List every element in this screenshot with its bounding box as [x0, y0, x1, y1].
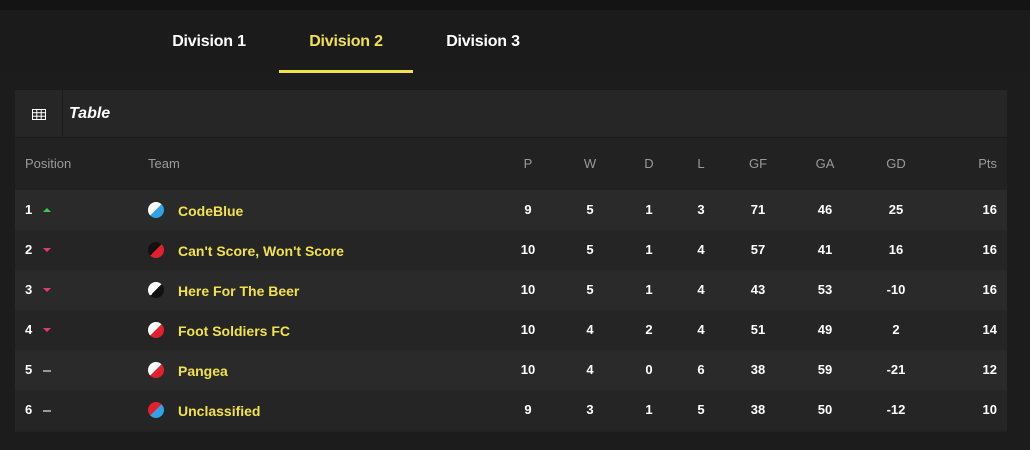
drawn-value: 1 [645, 202, 653, 217]
team-name-link[interactable]: Pangea [178, 350, 228, 390]
goals-for-value: 57 [750, 242, 766, 257]
team-name-link[interactable]: CodeBlue [178, 190, 243, 230]
played-value: 10 [520, 362, 536, 377]
played-value: 10 [520, 242, 536, 257]
col-played[interactable]: P [508, 138, 548, 190]
position-value: 4 [25, 322, 33, 337]
team-name-link[interactable]: Unclassified [178, 390, 260, 430]
played-value: 9 [524, 402, 532, 417]
table-header-row: Position Team P W D L GF GA GD Pts [15, 138, 1007, 190]
goal-difference-value: -10 [886, 282, 906, 297]
points-value: 10 [982, 402, 997, 417]
table-row[interactable]: 2 Can't Score, Won't Score 10 5 1 4 57 41 16 16 [15, 230, 1007, 270]
goals-for-value: 38 [750, 402, 766, 417]
lost-value: 6 [697, 362, 705, 377]
drawn-value: 1 [645, 242, 653, 257]
played-value: 10 [520, 282, 536, 297]
table-row[interactable]: 5 Pangea 10 4 0 6 38 59 -21 12 [15, 350, 1007, 390]
table-row[interactable]: 1 CodeBlue 9 5 1 3 71 46 25 16 [15, 190, 1007, 230]
panel-header: Table [15, 90, 1007, 138]
goals-against-value: 50 [817, 402, 833, 417]
table-row[interactable]: 4 Foot Soldiers FC 10 4 2 4 51 49 2 14 [15, 310, 1007, 350]
panel-title: Table [69, 105, 111, 122]
points-value: 16 [982, 282, 997, 297]
goals-against-value: 59 [817, 362, 833, 377]
trend-down-icon [43, 248, 51, 252]
drawn-value: 1 [645, 282, 653, 297]
goals-against-value: 46 [817, 202, 833, 217]
col-points[interactable]: Pts [957, 138, 997, 190]
points-value: 12 [982, 362, 997, 377]
won-value: 3 [586, 402, 594, 417]
tab-division-3[interactable]: Division 3 [416, 10, 550, 73]
trend-up-icon [43, 208, 51, 212]
goals-for-value: 43 [750, 282, 766, 297]
goal-difference-value: -21 [886, 362, 906, 377]
won-value: 4 [586, 362, 594, 377]
points-value: 14 [982, 322, 997, 337]
team-badge-icon [148, 202, 164, 218]
team-name-link[interactable]: Foot Soldiers FC [178, 310, 290, 350]
col-drawn[interactable]: D [629, 138, 669, 190]
lost-value: 4 [697, 322, 705, 337]
goals-for-value: 71 [750, 202, 766, 217]
goals-for-value: 38 [750, 362, 766, 377]
team-badge-icon [148, 282, 164, 298]
trend-same-icon [43, 370, 51, 372]
table-grid-icon [15, 90, 63, 138]
trend-same-icon [43, 410, 51, 412]
goals-for-value: 51 [750, 322, 766, 337]
goal-difference-value: 16 [888, 242, 904, 257]
division-tabs: Division 1 Division 2 Division 3 [0, 10, 1030, 73]
drawn-value: 2 [645, 322, 653, 337]
table-row[interactable]: 6 Unclassified 9 3 1 5 38 50 -12 10 [15, 390, 1007, 430]
drawn-value: 1 [645, 402, 653, 417]
won-value: 5 [586, 242, 594, 257]
table-grid-icon-svg [31, 108, 46, 120]
top-bar [0, 0, 1030, 10]
position-value: 2 [25, 242, 33, 257]
points-value: 16 [982, 202, 997, 217]
trend-down-icon [43, 328, 51, 332]
goals-against-value: 53 [817, 282, 833, 297]
lost-value: 4 [697, 242, 705, 257]
goals-against-value: 41 [817, 242, 833, 257]
position-value: 5 [25, 362, 33, 377]
col-won[interactable]: W [570, 138, 610, 190]
lost-value: 5 [697, 402, 705, 417]
won-value: 5 [586, 202, 594, 217]
played-value: 9 [524, 202, 532, 217]
team-name-link[interactable]: Here For The Beer [178, 270, 299, 310]
goal-difference-value: 2 [892, 322, 900, 337]
team-name-link[interactable]: Can't Score, Won't Score [178, 230, 344, 270]
trend-down-icon [43, 288, 51, 292]
position-value: 1 [25, 202, 33, 217]
played-value: 10 [520, 322, 536, 337]
lost-value: 4 [697, 282, 705, 297]
team-badge-icon [148, 362, 164, 378]
won-value: 4 [586, 322, 594, 337]
team-badge-icon [148, 322, 164, 338]
team-badge-icon [148, 242, 164, 258]
lost-value: 3 [697, 202, 705, 217]
position-value: 3 [25, 282, 33, 297]
tab-division-2[interactable]: Division 2 [279, 10, 413, 73]
col-lost[interactable]: L [681, 138, 721, 190]
col-goal-difference[interactable]: GD [876, 138, 916, 190]
team-badge-icon [148, 402, 164, 418]
goal-difference-value: 25 [888, 202, 904, 217]
position-value: 6 [25, 402, 33, 417]
points-value: 16 [982, 242, 997, 257]
col-position[interactable]: Position [25, 138, 71, 190]
drawn-value: 0 [645, 362, 653, 377]
goals-against-value: 49 [817, 322, 833, 337]
col-team[interactable]: Team [148, 138, 180, 190]
goal-difference-value: -12 [886, 402, 906, 417]
won-value: 5 [586, 282, 594, 297]
col-goals-against[interactable]: GA [805, 138, 845, 190]
league-table-panel: Table Position Team P W D L GF GA GD Pts… [15, 90, 1007, 432]
col-goals-for[interactable]: GF [738, 138, 778, 190]
table-row[interactable]: 3 Here For The Beer 10 5 1 4 43 53 -10 16 [15, 270, 1007, 310]
tab-division-1[interactable]: Division 1 [142, 10, 276, 73]
